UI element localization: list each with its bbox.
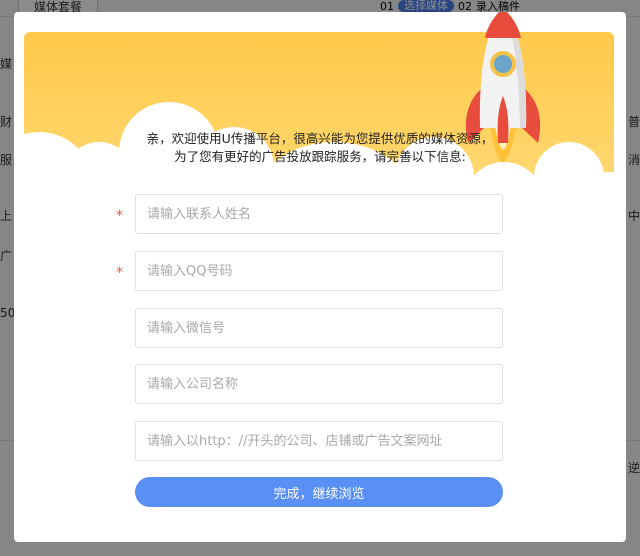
website-url-row [116, 421, 516, 463]
contact-name-input[interactable] [135, 194, 503, 234]
wechat-row [116, 308, 516, 350]
intro-line-2: 为了您有更好的广告投放跟踪服务，请完善以下信息: [174, 149, 466, 164]
required-mark: * [116, 265, 123, 281]
qq-number-row: * [116, 251, 516, 293]
required-mark: * [116, 208, 123, 224]
contact-name-row: * [116, 194, 516, 236]
intro-line-1: 亲，欢迎使用U传播平台，很高兴能为您提供优质的媒体资源， [146, 131, 494, 146]
website-url-input[interactable] [135, 421, 503, 461]
qq-number-input[interactable] [135, 251, 503, 291]
info-modal: 亲，欢迎使用U传播平台，很高兴能为您提供优质的媒体资源， 为了您有更好的广告投放… [14, 12, 626, 542]
company-name-input[interactable] [135, 364, 503, 404]
finish-continue-button[interactable]: 完成，继续浏览 [135, 477, 503, 507]
wechat-input[interactable] [135, 308, 503, 348]
company-name-row [116, 364, 516, 406]
